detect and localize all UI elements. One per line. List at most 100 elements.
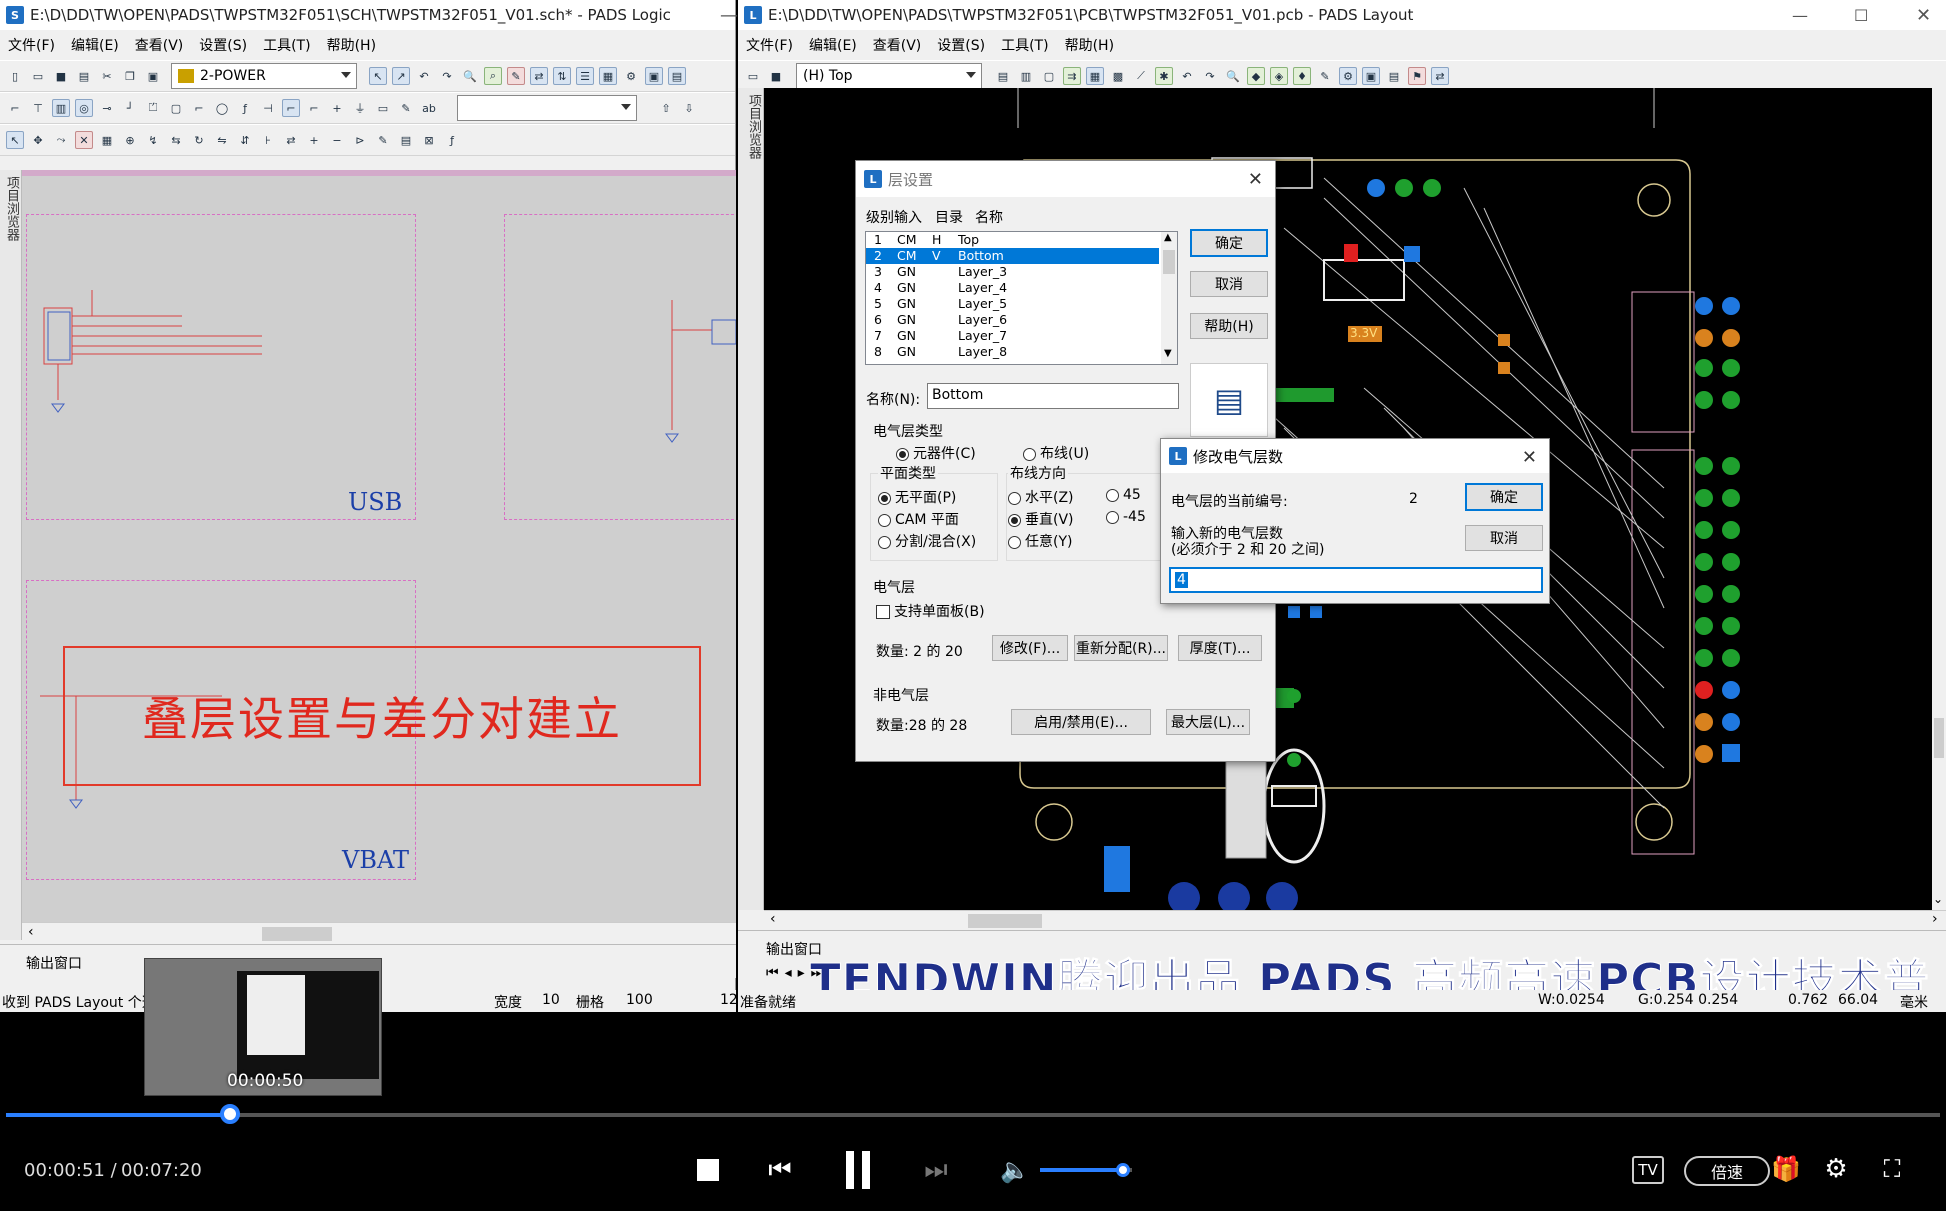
pointer-icon[interactable]: ↖ (6, 131, 24, 149)
previous-icon[interactable]: ⏮ (766, 1155, 794, 1185)
plane-none-radio[interactable]: 无平面(P) (878, 487, 956, 507)
link-icon[interactable]: ⇄ (1431, 67, 1449, 85)
zoom-icon[interactable]: 🔍 (1224, 67, 1242, 85)
page-icon[interactable]: ▢ (167, 99, 185, 117)
thickness-button[interactable]: 厚度(T)... (1178, 635, 1262, 661)
erase-icon[interactable]: ✎ (507, 67, 525, 85)
scroll-down-icon[interactable]: ▼ (1164, 348, 1172, 359)
scroll-left-icon[interactable]: ‹ (28, 924, 34, 940)
verify-icon[interactable]: ⚑ (1408, 67, 1426, 85)
paste-icon[interactable]: ▣ (144, 67, 162, 85)
pcb-vscrollbar[interactable]: ⌄ (1932, 88, 1946, 910)
bus-entry-icon[interactable]: ▭ (374, 99, 392, 117)
zoom-icon[interactable]: 🔍 (461, 67, 479, 85)
mirror-icon[interactable]: ⇋ (213, 131, 231, 149)
italic-text-icon[interactable]: ab (420, 99, 438, 117)
gift-icon[interactable]: 🎁 (1770, 1154, 1802, 1184)
router-icon[interactable]: ⇅ (553, 67, 571, 85)
ok-button[interactable]: 确定 (1190, 229, 1268, 257)
attribute-icon[interactable]: ✎ (397, 99, 415, 117)
menu-file[interactable]: 文件(F) (8, 35, 55, 55)
arrow-down-icon[interactable]: ⇩ (680, 99, 698, 117)
layer-row[interactable]: 6 GN Layer_6 (866, 312, 1159, 328)
redo-icon[interactable]: ↷ (438, 67, 456, 85)
fx-icon[interactable]: ƒ (443, 131, 461, 149)
dir-h-radio[interactable]: 水平(Z) (1008, 487, 1074, 507)
layer-row[interactable]: 1 CM H Top (866, 232, 1159, 248)
new-icon[interactable]: ▯ (6, 67, 24, 85)
gate-icon[interactable]: ⊳ (351, 131, 369, 149)
maximize-icon[interactable]: ☐ (1854, 6, 1868, 25)
route-icon[interactable]: ⇉ (1063, 67, 1081, 85)
layout-link-icon[interactable]: ⇄ (530, 67, 548, 85)
net-add-icon[interactable]: + (305, 131, 323, 149)
layer-combo[interactable]: (H) Top (796, 63, 982, 89)
modify-button[interactable]: 修改(F)... (992, 635, 1068, 661)
copy-icon[interactable]: ❐ (121, 67, 139, 85)
ref-icon[interactable]: ⌐ (305, 99, 323, 117)
dir-m45-radio[interactable]: -45 (1106, 509, 1146, 525)
layer-row[interactable]: 8 GN Layer_8 (866, 344, 1159, 360)
menu-edit[interactable]: 编辑(E) (71, 35, 119, 55)
menu-edit[interactable]: 编辑(E) (809, 35, 857, 55)
project-browser-tab[interactable]: 项目浏览器 (0, 170, 22, 940)
design-icon[interactable]: ✎ (1316, 67, 1334, 85)
print-icon[interactable]: ▤ (75, 67, 93, 85)
save-icon[interactable]: ■ (767, 67, 785, 85)
menu-setup[interactable]: 设置(S) (937, 35, 985, 55)
scroll-left-icon[interactable]: ‹ (770, 911, 776, 927)
settings-gear-icon[interactable]: ⚙ (1820, 1154, 1852, 1184)
undo-icon[interactable]: ↶ (1178, 67, 1196, 85)
footprint-icon[interactable]: ▩ (1109, 67, 1127, 85)
add-part-icon[interactable]: ⊕ (121, 131, 139, 149)
speed-button[interactable]: 倍速 (1684, 1156, 1770, 1186)
dir-v-radio[interactable]: 垂直(V) (1008, 509, 1074, 529)
drag-icon[interactable]: ⤳ (52, 131, 70, 149)
report-icon[interactable]: ▦ (599, 67, 617, 85)
select-mode-icon[interactable]: ↖ (369, 67, 387, 85)
connect-icon[interactable]: ⊸ (98, 99, 116, 117)
undo-icon[interactable]: ↶ (415, 67, 433, 85)
layer-row[interactable]: 5 GN Layer_5 (866, 296, 1159, 312)
plane-split-radio[interactable]: 分割/混合(X) (878, 531, 976, 551)
layer-count-input[interactable]: 4 (1169, 567, 1543, 593)
display-icon[interactable]: ▥ (1017, 67, 1035, 85)
elec-routing-radio[interactable]: 布线(U) (1023, 443, 1089, 463)
max-layer-button[interactable]: 最大层(L)... (1166, 709, 1250, 735)
lock-icon[interactable]: ⊠ (420, 131, 438, 149)
reassign-button[interactable]: 重新分配(R)... (1074, 635, 1168, 661)
enable-disable-button[interactable]: 启用/禁用(E)... (1011, 709, 1151, 735)
net-icon[interactable]: ◎ (75, 99, 93, 117)
power-icon[interactable]: + (328, 99, 346, 117)
router-icon[interactable]: ⚙ (1339, 67, 1357, 85)
layer-name-input[interactable]: Bottom (927, 383, 1179, 409)
scroll-up-icon[interactable]: ▲ (1164, 232, 1172, 243)
dir-45-radio[interactable]: 45 (1106, 487, 1141, 503)
layer-row[interactable]: 2 CM V Bottom (866, 248, 1159, 264)
menu-help[interactable]: 帮助(H) (327, 35, 376, 55)
trace-icon[interactable]: ⟋ (1132, 67, 1150, 85)
wire-mode-icon[interactable]: ⌐ (282, 99, 300, 117)
arc-icon[interactable]: ◯ (213, 99, 231, 117)
open-icon[interactable]: ▭ (744, 67, 762, 85)
single-side-checkbox[interactable]: 支持单面板(B) (876, 601, 985, 621)
scroll-right-icon[interactable]: › (1932, 911, 1938, 927)
menu-view[interactable]: 查看(V) (135, 35, 184, 55)
window2-icon[interactable]: ▤ (1385, 67, 1403, 85)
cut-icon[interactable]: ✂ (98, 67, 116, 85)
pause-icon[interactable] (842, 1150, 874, 1190)
rotate-icon[interactable]: ↻ (190, 131, 208, 149)
arrow-up-icon[interactable]: ⇧ (657, 99, 675, 117)
line-icon[interactable]: ⌐ (190, 99, 208, 117)
pour-icon[interactable]: ◈ (1270, 67, 1288, 85)
ground-icon[interactable]: ⏚ (351, 99, 369, 117)
save-icon[interactable]: ■ (52, 67, 70, 85)
cancel-button[interactable]: 取消 (1465, 525, 1543, 551)
bus-icon[interactable]: ⊤ (29, 99, 47, 117)
menu-tools[interactable]: 工具(T) (1001, 35, 1048, 55)
label-icon[interactable]: ⏍ (144, 99, 162, 117)
progress-track[interactable] (6, 1113, 1940, 1117)
select-filter-icon[interactable]: ↗ (392, 67, 410, 85)
stop-icon[interactable] (696, 1158, 720, 1182)
move-icon[interactable]: ✥ (29, 131, 47, 149)
